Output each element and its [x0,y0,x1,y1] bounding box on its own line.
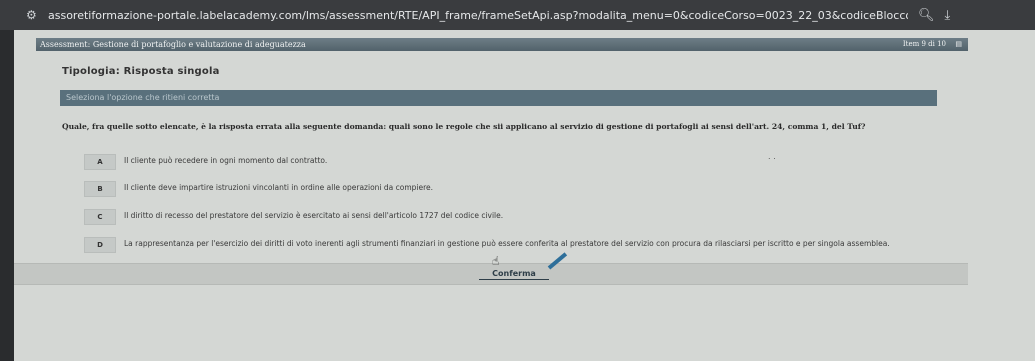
answer-text[interactable]: Il diritto di recesso del prestatore del… [124,211,934,221]
answer-text[interactable]: La rappresentanza per l'esercizio dei di… [124,239,934,249]
download-icon[interactable]: ⤓ [945,8,951,23]
question-text: Quale, fra quelle sotto elencate, è la r… [62,122,866,131]
assessment-title: Assessment: Gestione di portafoglio e va… [40,40,306,49]
confirm-button[interactable]: Conferma [479,268,549,280]
question-type: Tipologia: Risposta singola [62,66,220,77]
answer-letter[interactable]: C [84,209,116,225]
instruction-bar: Seleziona l'opzione che ritieni corretta [60,90,937,106]
answer-text[interactable]: Il cliente deve impartire istruzioni vin… [124,183,934,193]
answer-text[interactable]: Il cliente può recedere in ogni momento … [124,156,934,166]
item-counter: Item 9 di 10 [902,40,946,48]
site-settings-icon[interactable]: ⚙ [26,8,44,22]
mouse-cursor-icon: ☝ [492,254,500,268]
assessment-header: Assessment: Gestione di portafoglio e va… [36,38,968,51]
browser-address-bar[interactable]: ⚙ assoretiformazione-portale.labelacadem… [0,0,1035,30]
zoom-icon[interactable]: 🔍︎ [918,8,935,23]
pencil-icon [547,252,568,270]
menu-icon[interactable]: ▤ [955,38,962,51]
confirm-bar: Conferma [14,252,968,285]
answer-letter[interactable]: B [84,181,116,197]
answer-letter[interactable]: A [84,154,116,170]
instruction-text: Seleziona l'opzione che ritieni corretta [66,93,220,102]
answer-letter[interactable]: D [84,237,116,253]
url-text[interactable]: assoretiformazione-portale.labelacademy.… [48,9,908,22]
assessment-page: Assessment: Gestione di portafoglio e va… [14,30,1035,361]
